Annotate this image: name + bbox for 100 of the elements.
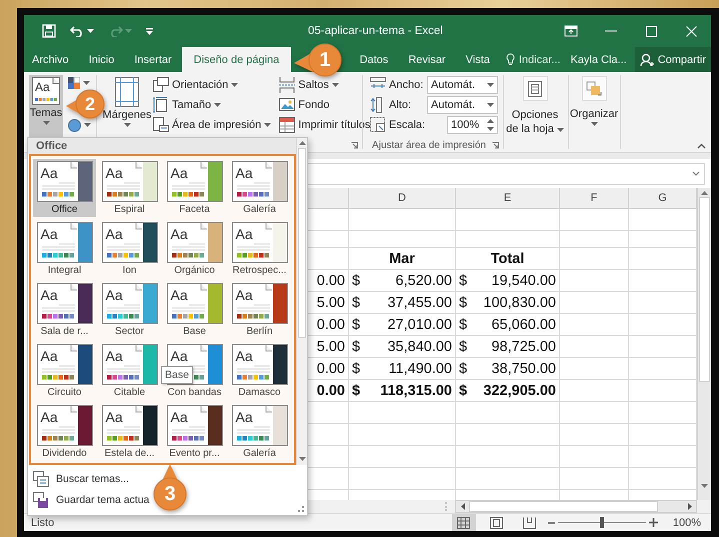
theme-option[interactable]: Aa Citable (98, 342, 161, 400)
ribbon-tab[interactable]: Inicio (78, 47, 124, 72)
dropdown-field[interactable]: Automát. (427, 96, 498, 114)
table-cell: $ 100,830.00 (456, 292, 560, 314)
theme-option[interactable]: Aa Galería (228, 403, 291, 461)
theme-preview (36, 283, 92, 324)
tooltip: Base (161, 366, 193, 384)
theme-option[interactable]: Aa Sala de r... (33, 281, 96, 339)
save-theme-icon (33, 492, 49, 508)
dialog-launcher-icon (492, 142, 499, 149)
maximize-icon (646, 26, 656, 36)
theme-preview (232, 222, 288, 263)
theme-preview (36, 344, 92, 385)
column-header[interactable]: F (560, 188, 629, 209)
sheet-options-button[interactable]: Opciones de la hoja (505, 75, 565, 139)
page-setup-button[interactable]: Imprimir títulos (277, 115, 372, 135)
sample-text: Aa (236, 410, 253, 425)
table-cell (560, 270, 629, 292)
theme-option[interactable]: Aa Ion (98, 220, 161, 278)
save-button[interactable] (40, 22, 58, 40)
caret-icon (42, 121, 50, 125)
table-cell: $ 6,520.00 (349, 270, 456, 292)
theme-option[interactable]: Aa Galería (228, 159, 291, 217)
arrange-button[interactable]: Organizar (570, 75, 618, 139)
theme-option[interactable]: Aa Integral (33, 220, 96, 278)
theme-preview (102, 405, 158, 446)
arrange-icon (586, 80, 602, 96)
theme-option[interactable]: Aa Dividendo (33, 403, 96, 461)
column-header[interactable]: E (456, 188, 560, 209)
theme-option[interactable]: Aa Berlín (228, 281, 291, 339)
caret-icon (590, 122, 598, 126)
theme-option[interactable]: Aa Retrospec... (228, 220, 291, 278)
gallery-scrollbar[interactable] (296, 138, 307, 465)
theme-option[interactable]: Aa Damasco (228, 342, 291, 400)
window-title: 05-aplicar-un-tema - Excel (308, 25, 443, 37)
dropdown-field[interactable]: Automát. (427, 76, 498, 94)
theme-preview (36, 405, 92, 446)
sample-text: Aa (40, 349, 58, 364)
minimize-icon (605, 30, 617, 32)
field-label: Alto: (389, 99, 412, 111)
spinner-field[interactable]: 100% (447, 116, 498, 134)
ribbon-tab[interactable]: Diseño de página (182, 47, 292, 72)
page-setup-button[interactable]: Tamaño (151, 95, 274, 115)
sample-text: Aa (106, 166, 123, 181)
themes-button[interactable]: Aa Temas (29, 75, 63, 137)
colors-icon (68, 76, 80, 88)
table-cell: $ 38,750.00 (456, 358, 560, 380)
theme-option[interactable]: Aa Sector (98, 281, 161, 339)
menu-item[interactable]: Guardar tema actua (28, 489, 150, 510)
table-cell: Mar (349, 248, 456, 270)
ribbon-tab[interactable]: Revisar (398, 47, 456, 72)
theme-option[interactable]: Aa Orgánico (163, 220, 226, 278)
ribbon-tab[interactable]: Datos (350, 47, 398, 72)
theme-option[interactable]: Aa Espiral (98, 159, 161, 217)
theme-preview (36, 161, 92, 202)
background-image-icon (279, 97, 296, 113)
column-header[interactable]: G (629, 188, 697, 209)
theme-option[interactable]: Aa Base (163, 281, 226, 339)
share-button[interactable]: Compartir (634, 47, 711, 72)
theme-option[interactable]: Aa Evento pr... (163, 403, 226, 461)
page-size-icon (153, 97, 169, 113)
theme-option[interactable]: Aa Estela de... (98, 403, 161, 461)
theme-option[interactable]: Aa Office (33, 159, 96, 217)
dialog-launcher-icon (351, 142, 358, 149)
theme-preview (102, 283, 158, 324)
menu-item[interactable]: Buscar temas... (28, 468, 129, 489)
zoom-in-button[interactable] (648, 518, 658, 527)
caret-icon (556, 128, 564, 132)
horizontal-scrollbar[interactable] (455, 500, 697, 513)
vertical-scrollbar[interactable] (697, 188, 711, 500)
page-setup-button[interactable]: Fondo (277, 95, 372, 115)
theme-preview (166, 222, 222, 263)
customize-button[interactable] (144, 26, 155, 36)
table-cell (560, 336, 629, 358)
field-label: Ancho: (389, 79, 424, 91)
ribbon-tab[interactable]: Archivo (24, 47, 79, 72)
view-button[interactable] (452, 514, 476, 531)
slider-thumb[interactable] (600, 517, 604, 528)
table-cell (560, 248, 629, 270)
page-layout-icon (490, 516, 504, 528)
theme-preview (166, 283, 222, 324)
sample-text: Aa (236, 349, 253, 364)
page-setup-button[interactable]: Área de impresión (151, 115, 274, 135)
theme-option[interactable]: Aa Circuito (33, 342, 96, 400)
table-cell: $ 322,905.00 (456, 380, 560, 402)
colors-button[interactable] (66, 76, 93, 89)
table-cell (560, 468, 629, 490)
table-cell: $ 35,840.00 (349, 336, 456, 358)
caret-icon (83, 80, 90, 84)
tell-me-field[interactable]: Indicar... (500, 47, 566, 72)
table-cell: $ 11,490.00 (349, 358, 456, 380)
ribbon-tab[interactable]: Vista (456, 47, 500, 72)
column-header[interactable]: D (349, 188, 456, 209)
theme-preview (102, 344, 158, 385)
theme-preview (232, 161, 288, 202)
page-setup-button[interactable]: Orientación (151, 75, 274, 95)
theme-option[interactable]: Aa Faceta (163, 159, 226, 217)
ribbon-tab[interactable]: Insertar (124, 47, 182, 72)
sample-text: Aa (236, 227, 253, 242)
effects-button[interactable] (66, 118, 93, 132)
